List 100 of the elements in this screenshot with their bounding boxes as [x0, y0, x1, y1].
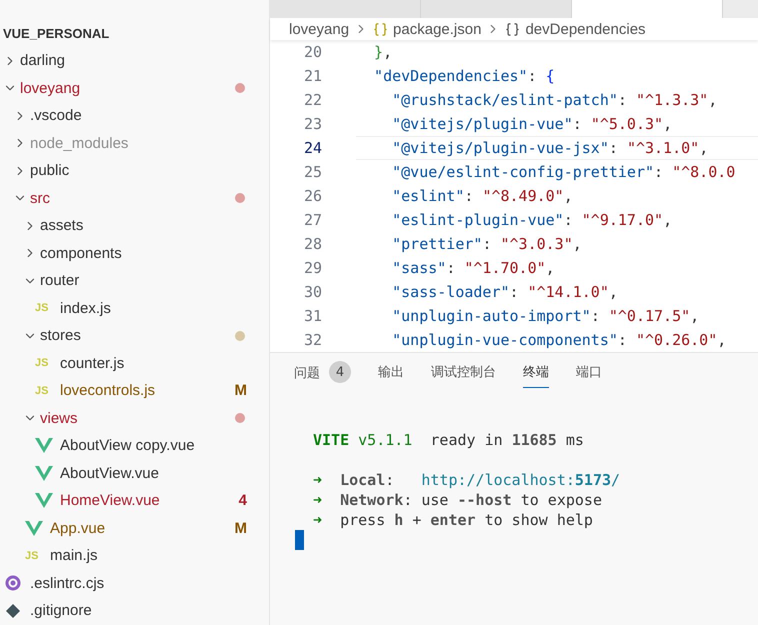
line-number: 28: [302, 235, 322, 253]
item-name: AboutView copy.vue: [60, 437, 196, 454]
line-number: 24: [302, 139, 322, 157]
code-line: "@vitejs/plugin-vue": "^5.0.3",: [391, 114, 674, 135]
folder-item[interactable]: views: [0, 404, 269, 432]
diamond-icon: [5, 602, 21, 619]
code-line: },: [373, 42, 394, 63]
file-item[interactable]: AboutView.vue: [0, 460, 269, 487]
panel-tab[interactable]: 终端: [523, 363, 549, 388]
status-label: M: [234, 382, 247, 400]
braces-icon: [505, 22, 520, 36]
item-name: public: [30, 162, 70, 180]
editor-tab[interactable]: [421, 0, 572, 18]
item-name: AboutView.vue: [60, 464, 160, 482]
item-name: HomeView.vue: [60, 492, 161, 510]
vue-icon: [35, 438, 53, 454]
terminal-line: VITE v5.1.1 ready in 11685 ms: [312, 430, 585, 450]
breadcrumb-item[interactable]: devDependencies: [525, 20, 646, 38]
item-name: node_modules: [30, 134, 130, 152]
file-item[interactable]: AboutView copy.vue: [0, 432, 269, 460]
item-name: components: [40, 244, 123, 262]
code-line: "@vitejs/plugin-vue-jsx": "^3.1.0",: [356, 136, 758, 160]
line-number: 22: [302, 91, 322, 109]
panel-tab[interactable]: 输出: [378, 363, 404, 388]
line-number: 30: [302, 283, 322, 301]
count-badge: 4: [329, 361, 351, 383]
status-label: 4: [238, 492, 247, 510]
breadcrumb-item[interactable]: package.json: [393, 20, 482, 38]
item-name: .eslintrc.cjs: [30, 574, 106, 592]
vue-icon: [25, 520, 43, 536]
item-name: darling: [20, 52, 66, 70]
folder-item[interactable]: loveyang: [0, 74, 269, 102]
item-name: views: [40, 410, 79, 427]
status-label: M: [234, 520, 247, 537]
editor-tab[interactable]: [270, 0, 421, 18]
item-name: src: [30, 190, 51, 207]
folder-item[interactable]: .vscode: [0, 102, 269, 130]
file-item[interactable]: JS main.js: [0, 542, 269, 570]
line-number: 31: [302, 307, 322, 325]
folder-item[interactable]: router: [0, 267, 269, 294]
item-name: assets: [40, 217, 84, 234]
js-file-icon: JS: [25, 550, 43, 562]
item-name: router: [40, 272, 80, 290]
code-line: "sass-loader": "^14.1.0",: [391, 282, 619, 303]
file-item[interactable]: App.vue M: [0, 514, 269, 542]
folder-item[interactable]: public: [0, 157, 269, 184]
code-line: "sass": "^1.70.0",: [391, 258, 556, 279]
item-name: stores: [40, 327, 82, 344]
file-item[interactable]: HomeView.vue 4: [0, 487, 269, 514]
panel-tab[interactable]: 调试控制台: [431, 363, 496, 388]
item-name: lovecontrols.js: [60, 382, 156, 400]
braces-icon: [373, 22, 388, 36]
line-number: 21: [302, 67, 322, 85]
folder-item[interactable]: assets: [0, 212, 269, 240]
js-file-icon: JS: [35, 357, 53, 370]
folder-item[interactable]: src: [0, 184, 269, 212]
line-number: 25: [302, 163, 322, 181]
terminal-line: ➜ Local: http://localhost:5173/: [312, 470, 622, 490]
js-file-icon: JS: [35, 302, 53, 314]
terminal-cursor: [295, 530, 304, 550]
folder-item[interactable]: stores: [0, 322, 269, 350]
item-name: .vscode: [30, 107, 83, 124]
terminal-line: ➜ Network: use --host to expose: [312, 490, 603, 510]
item-name: index.js: [60, 300, 112, 317]
line-number: 29: [302, 259, 322, 277]
folder-item[interactable]: darling: [0, 47, 269, 74]
file-item[interactable]: .eslintrc.cjs: [0, 570, 269, 597]
line-number: 23: [302, 115, 322, 133]
vue-icon: [35, 466, 53, 481]
code-line: "prettier": "^3.0.3",: [391, 234, 583, 255]
item-name: .gitignore: [30, 602, 93, 620]
ring-icon: [5, 575, 21, 592]
item-name: loveyang: [20, 80, 82, 97]
code-line: "eslint-plugin-vue": "^9.17.0",: [391, 210, 674, 231]
code-line: "unplugin-vue-components": "^0.26.0",: [391, 330, 728, 351]
line-number: 20: [302, 43, 322, 61]
item-name: main.js: [50, 547, 99, 564]
code-line: "@rushstack/eslint-patch": "^1.3.3",: [391, 90, 718, 111]
panel-tab[interactable]: 端口: [576, 363, 602, 388]
terminal-line: ➜ press h + enter to show help: [312, 510, 594, 530]
file-item[interactable]: .gitignore: [0, 597, 269, 624]
line-number: 27: [302, 211, 322, 229]
file-item[interactable]: JS index.js: [0, 294, 269, 322]
item-name: App.vue: [50, 520, 106, 537]
project-title: VUE_PERSONAL: [2, 25, 110, 43]
folder-item[interactable]: components: [0, 240, 269, 267]
code-line: "eslint": "^8.49.0",: [391, 186, 574, 207]
editor-tab[interactable]: [572, 0, 723, 18]
code-line: "unplugin-auto-import": "^0.17.5",: [391, 306, 700, 327]
line-number: 26: [302, 187, 322, 205]
panel-tab[interactable]: 问题 4: [294, 363, 351, 390]
code-line: "@vue/eslint-config-prettier": "^8.0.0: [391, 162, 736, 183]
item-name: counter.js: [60, 354, 126, 372]
vue-icon: [35, 493, 53, 508]
file-item[interactable]: JS lovecontrols.js M: [0, 377, 269, 404]
file-item[interactable]: JS counter.js: [0, 350, 269, 377]
line-number: 32: [302, 331, 322, 349]
breadcrumb-item[interactable]: loveyang: [289, 20, 350, 38]
js-file-icon: JS: [35, 384, 53, 397]
code-line: "devDependencies": {: [373, 66, 556, 87]
